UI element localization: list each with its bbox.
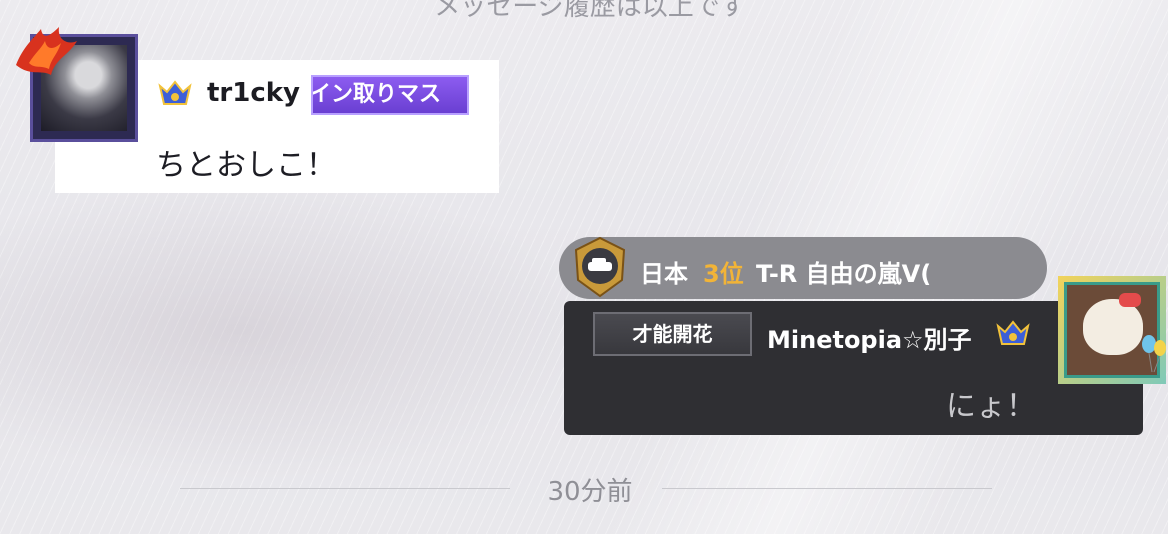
username-right[interactable]: Minetopia☆別子 — [767, 320, 972, 355]
balloon-decoration-icon — [1142, 335, 1166, 373]
history-end-notice: メッセージ履歴は以上です — [434, 0, 746, 22]
divider-line-right — [662, 488, 992, 489]
title-tag-right: 才能開花 — [593, 312, 752, 356]
rank-crest-icon — [996, 320, 1030, 345]
divider-line-left — [180, 488, 510, 489]
flame-frame-icon — [16, 27, 77, 75]
title-tag-left: イン取りマス — [311, 75, 469, 115]
ranking-title: T-R 自由の嵐V( — [756, 260, 932, 288]
rank-crest-icon — [158, 80, 192, 105]
car-medal-icon — [574, 236, 626, 298]
ranking-position: 3位 — [703, 260, 744, 288]
message-text-right: にょ！ — [946, 389, 1036, 424]
bow-icon — [1119, 293, 1141, 307]
background-haze — [0, 180, 600, 480]
ranking-country: 日本 — [640, 260, 688, 288]
time-divider-label: 30分前 — [547, 477, 633, 507]
avatar-tr1cky[interactable] — [16, 27, 138, 142]
username-left[interactable]: tr1cky — [207, 78, 300, 108]
message-text-left: ちとおしこ！ — [156, 148, 336, 183]
kitty-face-icon — [1083, 299, 1143, 355]
